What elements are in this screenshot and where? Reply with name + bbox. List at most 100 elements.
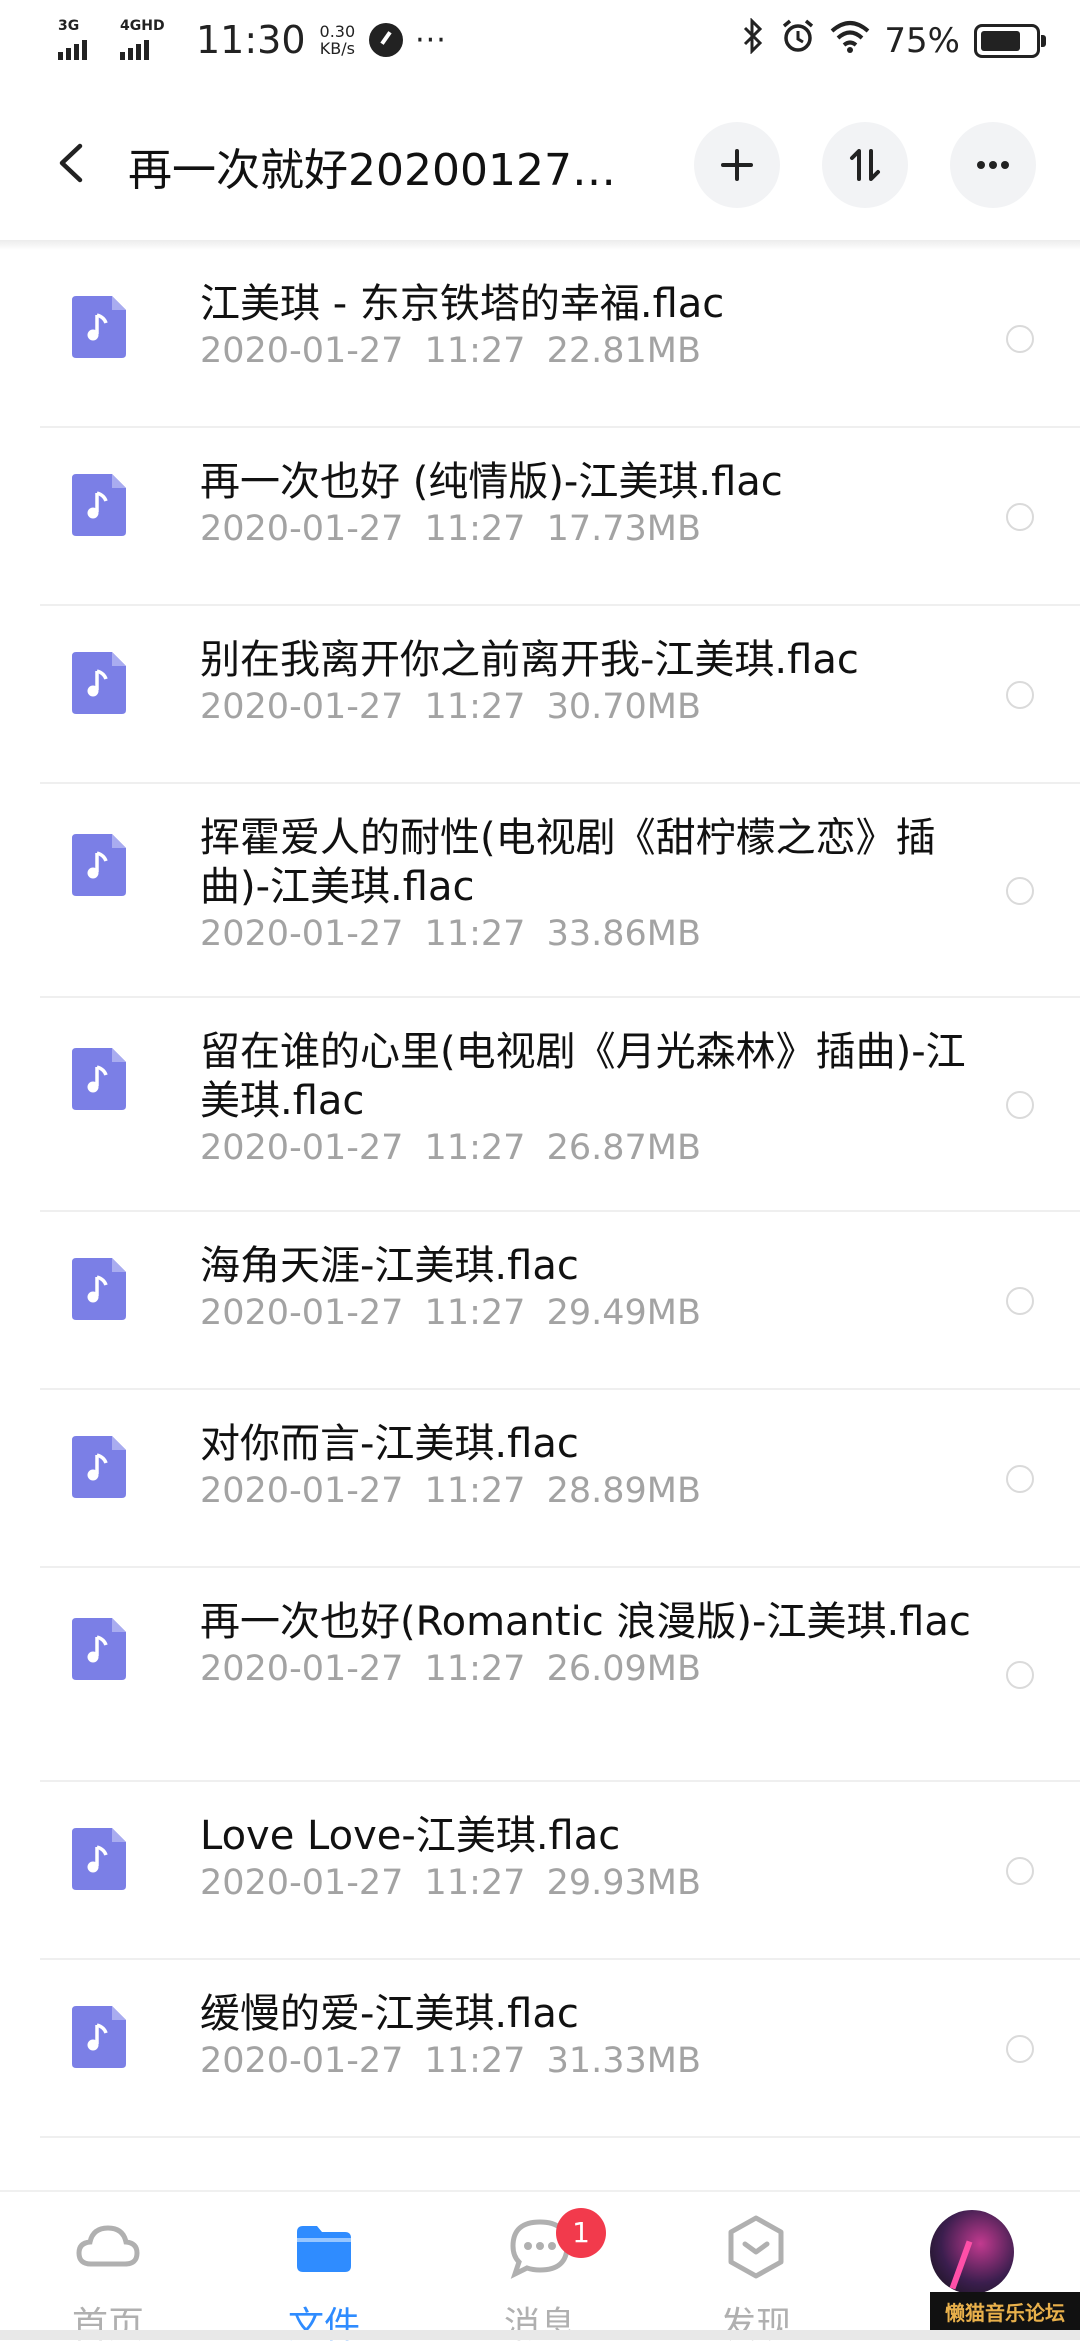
file-time: 11:27 — [424, 509, 526, 549]
speed-gauge-icon — [369, 23, 404, 57]
more-icon — [977, 161, 1009, 169]
file-name: 海角天涯-江美琪.flac — [200, 1243, 579, 1289]
file-name: 对你而言-江美琪.flac — [200, 1421, 579, 1467]
select-checkbox[interactable] — [1006, 1661, 1034, 1689]
file-info: 对你而言-江美琪.flac 2020-01-27 11:27 28.89MB — [200, 1420, 980, 1511]
file-name: Love Love-江美琪.flac — [200, 1813, 621, 1859]
select-checkbox[interactable] — [1006, 2035, 1034, 2063]
select-checkbox[interactable] — [1006, 877, 1034, 905]
bottom-nav: 首页 文件 1 消息 发现 — [0, 2190, 1080, 2346]
file-date: 2020-01-27 — [200, 509, 404, 549]
music-file-icon — [72, 1258, 126, 1320]
message-badge: 1 — [556, 2208, 606, 2258]
music-file-icon — [72, 1828, 126, 1890]
select-checkbox[interactable] — [1006, 1287, 1034, 1315]
add-icon — [721, 149, 753, 181]
file-name: 再一次也好 (纯情版)-江美琪.flac — [200, 459, 783, 505]
select-checkbox[interactable] — [1006, 503, 1034, 531]
file-row[interactable]: 再一次也好(Romantic 浪漫版)-江美琪.flac 2020-01-27 1… — [40, 1568, 1080, 1782]
music-file-icon — [72, 1048, 126, 1110]
file-name: 别在我离开你之前离开我-江美琪.flac — [200, 637, 859, 683]
network-type-2: 4GHD — [120, 18, 165, 34]
file-meta: 2020-01-27 11:27 22.81MB — [200, 331, 980, 371]
header-shadow — [0, 240, 1080, 250]
file-info: 挥霍爱人的耐性(电视剧《甜柠檬之恋》插曲)-江美琪.flac 2020-01-27… — [200, 814, 980, 954]
file-size: 30.70MB — [546, 687, 701, 727]
sort-icon — [850, 149, 880, 181]
signal-4g-icon: 4GHD — [120, 18, 172, 62]
select-checkbox[interactable] — [1006, 1857, 1034, 1885]
watermark: 懒猫音乐论坛 — [930, 2292, 1080, 2334]
status-more-indicator: ··· — [415, 22, 447, 58]
select-checkbox[interactable] — [1006, 681, 1034, 709]
file-row[interactable]: 再一次也好 (纯情版)-江美琪.flac 2020-01-27 11:27 17.… — [40, 428, 1080, 606]
select-checkbox[interactable] — [1006, 1091, 1034, 1119]
file-date: 2020-01-27 — [200, 2041, 404, 2081]
file-row[interactable]: 海角天涯-江美琪.flac 2020-01-27 11:27 29.49MB — [40, 1212, 1080, 1390]
file-row[interactable]: 对你而言-江美琪.flac 2020-01-27 11:27 28.89MB — [40, 1390, 1080, 1568]
file-meta: 2020-01-27 11:27 29.93MB — [200, 1863, 980, 1903]
music-file-icon — [72, 296, 126, 358]
file-time: 11:27 — [424, 914, 526, 954]
file-size: 33.86MB — [546, 914, 701, 954]
file-meta: 2020-01-27 11:27 33.86MB — [200, 914, 980, 954]
battery-percent: 75% — [884, 20, 960, 61]
file-meta: 2020-01-27 11:27 26.87MB — [200, 1128, 980, 1168]
file-info: Love Love-江美琪.flac 2020-01-27 11:27 29.93… — [200, 1812, 980, 1903]
file-name: 缓慢的爱-江美琪.flac — [200, 1991, 579, 2037]
sort-button[interactable] — [822, 122, 908, 208]
file-row[interactable]: 留在谁的心里(电视剧《月光森林》插曲)-江美琪.flac 2020-01-27 1… — [40, 998, 1080, 1212]
file-time: 11:27 — [424, 687, 526, 727]
file-time: 11:27 — [424, 1293, 526, 1333]
back-icon — [59, 143, 83, 183]
file-time: 11:27 — [424, 1128, 526, 1168]
network-speed: 0.30 KB/s — [320, 23, 356, 57]
file-info: 缓慢的爱-江美琪.flac 2020-01-27 11:27 31.33MB — [200, 1990, 980, 2081]
nav-item-discover[interactable]: 发现 — [676, 2212, 836, 2348]
music-file-icon — [72, 1436, 126, 1498]
file-meta: 2020-01-27 11:27 26.09MB — [200, 1649, 980, 1689]
more-button[interactable] — [950, 122, 1036, 208]
file-size: 26.09MB — [546, 1649, 701, 1689]
file-meta: 2020-01-27 11:27 31.33MB — [200, 2041, 980, 2081]
avatar[interactable] — [930, 2210, 1014, 2294]
top-bar: 再一次就好20200127… — [0, 110, 1080, 220]
network-type-1: 3G — [58, 18, 80, 34]
file-row[interactable]: 挥霍爱人的耐性(电视剧《甜柠檬之恋》插曲)-江美琪.flac 2020-01-27… — [40, 784, 1080, 998]
file-size: 22.81MB — [546, 331, 701, 371]
file-time: 11:27 — [424, 1863, 526, 1903]
nav-item-files[interactable]: 文件 — [244, 2212, 404, 2348]
file-row[interactable]: 缓慢的爱-江美琪.flac 2020-01-27 11:27 31.33MB — [40, 1960, 1080, 2138]
file-info: 留在谁的心里(电视剧《月光森林》插曲)-江美琪.flac 2020-01-27 1… — [200, 1028, 980, 1168]
file-info: 别在我离开你之前离开我-江美琪.flac 2020-01-27 11:27 30.… — [200, 636, 980, 727]
file-row[interactable]: 江美琪 - 东京铁塔的幸福.flac 2020-01-27 11:27 22.81… — [40, 250, 1080, 428]
nav-label-messages: 消息 — [503, 2305, 576, 2346]
file-meta: 2020-01-27 11:27 17.73MB — [200, 509, 980, 549]
battery-icon — [974, 23, 1046, 58]
file-info: 江美琪 - 东京铁塔的幸福.flac 2020-01-27 11:27 22.81… — [200, 280, 980, 371]
wifi-icon — [830, 19, 870, 62]
nav-item-home[interactable]: 首页 — [28, 2212, 188, 2348]
file-row[interactable]: 别在我离开你之前离开我-江美琪.flac 2020-01-27 11:27 30.… — [40, 606, 1080, 784]
file-time: 11:27 — [424, 1649, 526, 1689]
back-button[interactable] — [48, 138, 98, 188]
cloud-icon — [76, 2225, 140, 2267]
file-row[interactable]: Love Love-江美琪.flac 2020-01-27 11:27 29.93… — [40, 1782, 1080, 1960]
nav-item-messages[interactable]: 1 消息 — [460, 2208, 620, 2348]
file-date: 2020-01-27 — [200, 1128, 404, 1168]
file-time: 11:27 — [424, 1471, 526, 1511]
folder-icon — [297, 2226, 351, 2272]
file-name: 挥霍爱人的耐性(电视剧《甜柠檬之恋》插曲)-江美琪.flac — [200, 815, 936, 910]
select-checkbox[interactable] — [1006, 325, 1034, 353]
select-checkbox[interactable] — [1006, 1465, 1034, 1493]
clock: 11:30 — [196, 18, 306, 62]
file-info: 海角天涯-江美琪.flac 2020-01-27 11:27 29.49MB — [200, 1242, 980, 1333]
music-file-icon — [72, 1618, 126, 1680]
file-name: 江美琪 - 东京铁塔的幸福.flac — [200, 281, 725, 327]
gesture-bar — [0, 2330, 1080, 2340]
file-size: 26.87MB — [546, 1128, 701, 1168]
file-date: 2020-01-27 — [200, 1649, 404, 1689]
status-bar: 3G 4GHD 11:30 0.30 KB/s ··· 75% — [0, 0, 1080, 80]
signal-3g-icon: 3G — [58, 18, 110, 62]
add-button[interactable] — [694, 122, 780, 208]
